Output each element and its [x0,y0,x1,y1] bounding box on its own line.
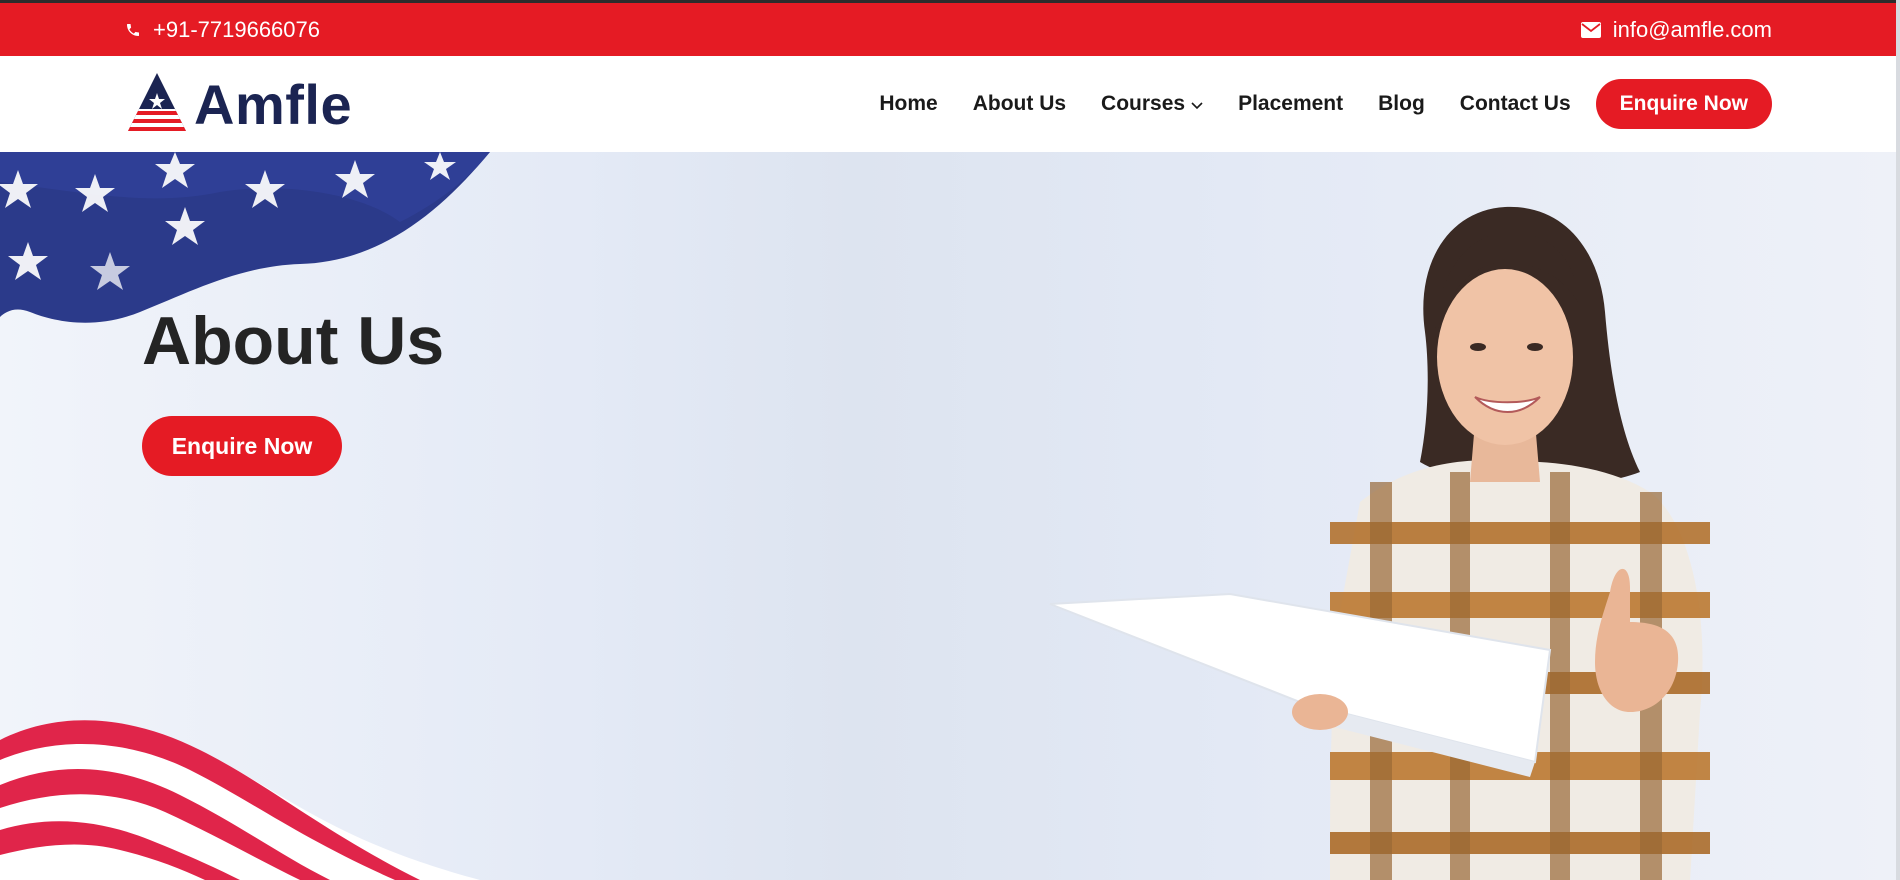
logo-text: Amfle [194,72,353,136]
envelope-icon [1580,21,1601,38]
top-contact-bar: +91-7719666076 info@amfle.com [0,3,1900,56]
page-title: About Us [142,303,445,379]
nav-home-label: Home [879,92,938,115]
email-address: info@amfle.com [1612,16,1772,42]
nav-courses[interactable]: Courses [1101,92,1203,116]
nav-contact-label: Contact Us [1459,92,1571,115]
primary-nav: Home About Us Courses Placement Blog Con… [844,56,1772,152]
main-navbar: Amfle Home About Us Courses Placement Bl… [0,56,1900,152]
flag-stripes-icon [0,720,500,880]
nav-home[interactable]: Home [879,92,937,116]
hero-banner: About Us Enquire Now [0,152,1900,880]
phone-icon [125,22,141,38]
nav-courses-label: Courses [1101,92,1186,115]
enquire-now-button[interactable]: Enquire Now [1595,79,1772,129]
page-edge [1896,0,1900,880]
logo-mark-icon [126,71,188,138]
chevron-down-icon [1191,92,1203,116]
nav-about-label: About Us [972,92,1067,115]
email-link[interactable]: info@amfle.com [1580,3,1772,56]
nav-placement[interactable]: Placement [1238,92,1343,116]
nav-blog[interactable]: Blog [1378,92,1425,116]
phone-number: +91-7719666076 [153,16,320,42]
phone-link[interactable]: +91-7719666076 [125,3,320,56]
nav-about-us[interactable]: About Us [973,92,1066,116]
nav-placement-label: Placement [1238,92,1344,115]
student-illustration [1030,192,1770,880]
hero-enquire-button[interactable]: Enquire Now [142,416,342,476]
nav-blog-label: Blog [1378,92,1425,115]
nav-contact-us[interactable]: Contact Us [1460,92,1571,116]
site-logo[interactable]: Amfle [126,70,352,138]
